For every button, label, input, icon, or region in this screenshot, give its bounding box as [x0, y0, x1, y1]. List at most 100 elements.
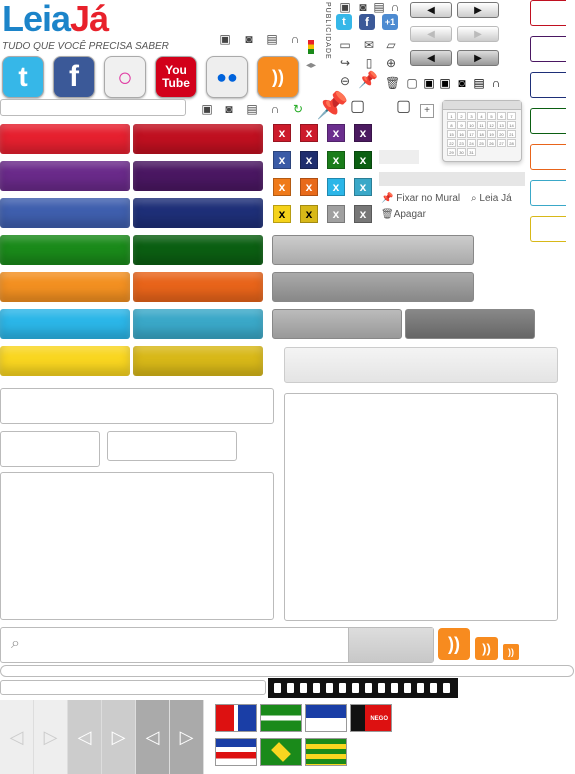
swatch-cyan-2[interactable] [133, 309, 263, 339]
close-button[interactable]: x [354, 151, 372, 169]
calendar-day[interactable]: 22 [447, 139, 456, 147]
rss-icon[interactable]: )) [257, 56, 299, 98]
textarea-right[interactable] [284, 393, 558, 621]
close-button[interactable]: x [273, 124, 291, 142]
calendar-day[interactable]: 21 [507, 130, 516, 138]
close-button[interactable]: x [273, 178, 291, 196]
gray-bar-3[interactable] [272, 309, 402, 339]
calendar-day[interactable]: 15 [447, 130, 456, 138]
calendar-day[interactable]: 30 [457, 148, 466, 156]
tv-black2-icon[interactable]: ▤ [472, 76, 486, 90]
close-button[interactable]: x [354, 205, 372, 223]
close-button[interactable]: x [273, 151, 291, 169]
nav-left-light[interactable]: ◁ [0, 700, 34, 774]
calendar-day[interactable]: 24 [467, 139, 476, 147]
tab-yellow[interactable] [530, 216, 566, 242]
search-input[interactable] [31, 634, 345, 658]
calendar-day[interactable]: 14 [507, 121, 516, 129]
gray-bar-1[interactable] [272, 235, 474, 265]
search-submit-button[interactable] [348, 628, 433, 662]
search-bar[interactable]: ⌕ [0, 627, 434, 663]
nav-right-light[interactable]: ▷ [34, 700, 68, 774]
refresh-icon[interactable]: ↻ [291, 102, 305, 116]
close-button[interactable]: x [300, 205, 318, 223]
arrow-right-button[interactable]: ▶ [457, 2, 499, 18]
calendar-day[interactable]: 3 [467, 112, 476, 120]
zoom-in-icon[interactable]: ⊕ [384, 56, 398, 70]
pin-to-wall-link[interactable]: 📌 Fixar no Mural [381, 193, 460, 204]
swatch-green-1[interactable] [0, 235, 130, 265]
text-input-small[interactable] [0, 431, 100, 467]
twitter-small-icon[interactable]: t [336, 14, 352, 30]
calendar-day[interactable]: 25 [477, 139, 486, 147]
mail-icon[interactable]: ✉ [362, 38, 376, 52]
tv-icon[interactable]: ▤ [265, 32, 279, 46]
headphones-icon[interactable]: ∩ [288, 32, 302, 46]
headphones-row-icon[interactable]: ∩ [268, 102, 282, 116]
calendar-day[interactable]: 16 [457, 130, 466, 138]
headphones-small-icon[interactable]: ∩ [388, 0, 402, 14]
nav-left-mid[interactable]: ◁ [68, 700, 102, 774]
print-icon[interactable]: ▭ [338, 38, 352, 52]
calendar-day[interactable]: 10 [467, 121, 476, 129]
tv-large2-icon[interactable]: ▢ [396, 99, 411, 115]
close-button[interactable]: x [354, 124, 372, 142]
swatch-cyan-1[interactable] [0, 309, 130, 339]
calendar-day[interactable]: 31 [467, 148, 476, 156]
search-link[interactable]: ⌕ Leia Já [471, 193, 512, 204]
tv-row-icon[interactable]: ▤ [245, 102, 259, 116]
close-button[interactable]: x [327, 151, 345, 169]
facebook-small-icon[interactable]: f [359, 14, 375, 30]
light-gray-bar[interactable] [284, 347, 558, 383]
swatch-yellow-2[interactable] [133, 346, 263, 376]
swatch-red-2[interactable] [133, 124, 263, 154]
swatch-purple-2[interactable] [133, 161, 263, 191]
tab-purple[interactable] [530, 36, 566, 62]
close-button[interactable]: x [300, 151, 318, 169]
swatch-yellow-1[interactable] [0, 346, 130, 376]
tv-black-icon[interactable]: ▣ [422, 76, 436, 90]
delete-link[interactable]: 🗑Apagar [381, 209, 426, 220]
tv-small-icon[interactable]: ▤ [372, 0, 386, 14]
tab-orange[interactable] [530, 144, 566, 170]
camera-video-icon[interactable]: ▣ [218, 32, 232, 46]
swatch-purple-1[interactable] [0, 161, 130, 191]
calendar-day[interactable]: 1 [447, 112, 456, 120]
gray-bar-2[interactable] [272, 272, 474, 302]
close-button[interactable]: x [273, 205, 291, 223]
tv-large-icon[interactable]: ▢ [350, 99, 365, 115]
rss-medium-icon[interactable]: )) [475, 637, 498, 660]
calendar-day[interactable]: 9 [457, 121, 466, 129]
calendar-day[interactable]: 20 [497, 130, 506, 138]
youtube-icon[interactable]: You Tube [155, 56, 197, 98]
arrow-left-button[interactable]: ◀ [410, 2, 452, 18]
calendar-day[interactable]: 29 [447, 148, 456, 156]
tab-cyan[interactable] [530, 180, 566, 206]
google-plus-icon[interactable]: +1 [382, 14, 398, 30]
photo-small-icon[interactable]: ◙ [356, 0, 370, 14]
tv-outline-icon[interactable]: ▢ [405, 76, 419, 90]
nav-right-mid[interactable]: ▷ [102, 700, 136, 774]
photo-camera-icon[interactable]: ◙ [242, 32, 256, 46]
calendar-day[interactable]: 7 [507, 112, 516, 120]
calendar-day[interactable]: 19 [487, 130, 496, 138]
text-input-wide[interactable] [0, 388, 274, 424]
calendar-day[interactable]: 5 [487, 112, 496, 120]
camera-small-icon[interactable]: ▣ [338, 0, 352, 14]
comment-icon[interactable]: ▱ [384, 38, 398, 52]
close-button[interactable]: x [327, 178, 345, 196]
calendar-day[interactable]: 8 [447, 121, 456, 129]
swatch-orange-2[interactable] [133, 272, 263, 302]
close-button[interactable]: x [354, 178, 372, 196]
swatch-blue-1[interactable] [0, 198, 130, 228]
calendar-day[interactable]: 18 [477, 130, 486, 138]
headphones-black-icon[interactable]: ∩ [489, 76, 503, 90]
close-button[interactable]: x [327, 124, 345, 142]
calendar-day[interactable]: 2 [457, 112, 466, 120]
zoom-out-icon[interactable]: ⊖ [338, 74, 352, 88]
calendar-day[interactable]: 28 [507, 139, 516, 147]
pin-large-icon[interactable]: 📌 [316, 90, 348, 121]
twitter-icon[interactable]: t [2, 56, 44, 98]
copy-icon[interactable]: ▯ [362, 56, 376, 70]
calendar-day[interactable]: 23 [457, 139, 466, 147]
